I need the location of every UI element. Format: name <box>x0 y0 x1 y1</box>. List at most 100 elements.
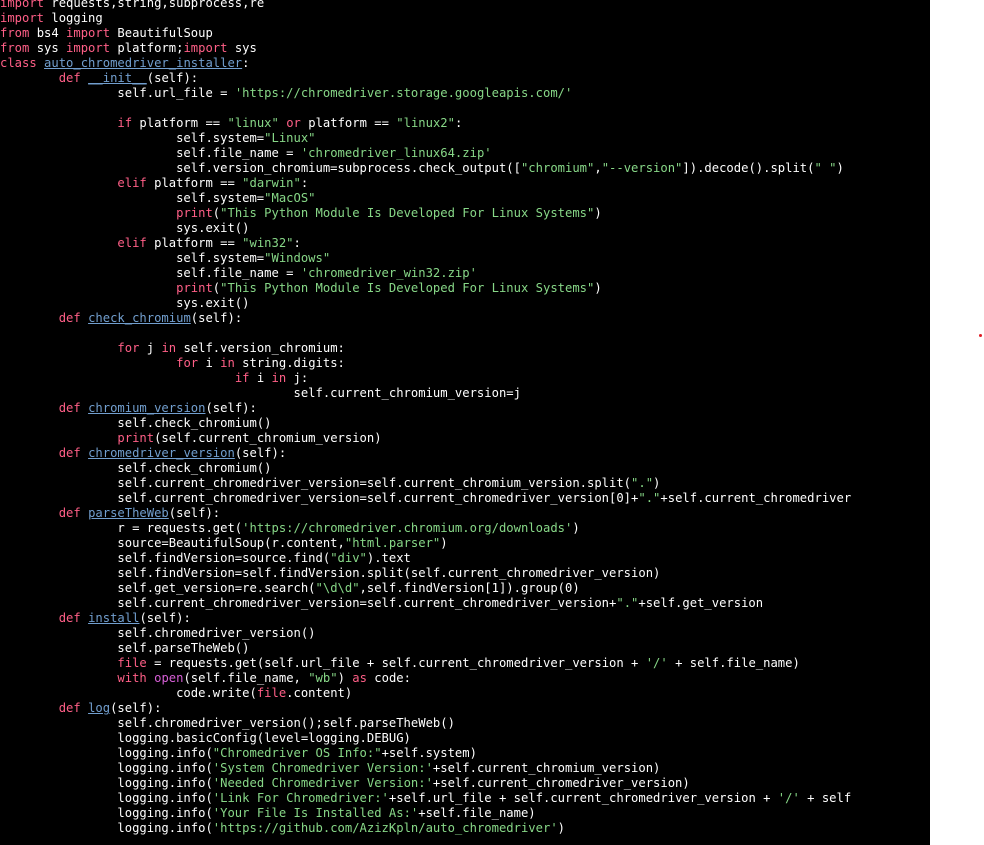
code-token: if <box>234 371 250 385</box>
code-token: "Windows" <box>264 251 331 265</box>
code-token: platform; <box>110 41 184 55</box>
code-token: (self): <box>190 311 243 325</box>
code-token: "." <box>616 596 639 610</box>
code-line: self.system="MacOS" <box>0 191 851 206</box>
code-token: logging.info( <box>0 821 213 835</box>
code-token: parseTheWeb <box>88 506 169 520</box>
code-token: "This Python Module Is Developed For Lin… <box>220 281 595 295</box>
code-block: import requests,string,subprocess,re impo… <box>0 0 851 836</box>
code-line: self.check_chromium() <box>0 461 851 476</box>
code-token: in <box>161 341 177 355</box>
code-token: (self.current_chromium_version) <box>154 431 382 445</box>
code-token: sys.exit() <box>0 221 250 235</box>
code-token: = requests.get(self.url_file + self.curr… <box>146 656 646 670</box>
code-token: j <box>139 341 162 355</box>
code-line: logging.info('Link For Chromedriver:'+se… <box>0 791 851 806</box>
code-line: def log(self): <box>0 701 851 716</box>
code-line: self.file_name = 'chromedriver_linux64.z… <box>0 146 851 161</box>
code-token: ) <box>594 206 602 220</box>
code-token: +self.system) <box>381 746 477 760</box>
code-line: def parseTheWeb(self): <box>0 506 851 521</box>
code-token: +self.url_file + self.current_chromedriv… <box>388 791 778 805</box>
code-token: ) <box>337 671 353 685</box>
code-line: self.findVersion=source.find("div").text <box>0 551 851 566</box>
code-token: auto_chromedriver_installer <box>44 56 243 70</box>
code-token: (self): <box>146 71 199 85</box>
code-line: if platform == "linux" or platform == "l… <box>0 116 851 131</box>
code-token: BeautifulSoup <box>110 26 213 40</box>
code-token: "." <box>638 491 661 505</box>
code-line: logging.info("Chromedriver OS Info:"+sel… <box>0 746 851 761</box>
code-token: chromium_version <box>88 401 206 415</box>
code-line: logging.info('Your File Is Installed As:… <box>0 806 851 821</box>
code-token: def <box>58 611 81 625</box>
code-token: chromedriver_version <box>88 446 235 460</box>
code-token: ) <box>557 821 566 835</box>
code-line: def chromium_version(self): <box>0 401 851 416</box>
code-token: class <box>0 56 37 70</box>
code-token: logging.info( <box>0 746 213 760</box>
code-token: self.get_version=re.search( <box>0 581 316 595</box>
cursor-marker <box>979 334 982 337</box>
code-line: def install(self): <box>0 611 851 626</box>
code-token: , <box>594 161 602 175</box>
code-token: from <box>0 26 30 40</box>
code-token: self.system= <box>0 131 265 145</box>
terminal-editor[interactable]: import requests,string,subprocess,re impo… <box>0 0 930 845</box>
code-line: def chromedriver_version(self): <box>0 446 851 461</box>
code-token: i <box>249 371 272 385</box>
code-token: ]).decode().split( <box>682 161 815 175</box>
code-line: from bs4 import BeautifulSoup <box>0 26 851 41</box>
code-line: logging.basicConfig(level=logging.DEBUG) <box>0 731 851 746</box>
code-token: bs4 <box>29 26 67 40</box>
code-token: def <box>58 71 81 85</box>
code-token: self.system= <box>0 251 265 265</box>
code-line: self.system="Windows" <box>0 251 851 266</box>
code-token: in <box>220 356 235 370</box>
code-token: with <box>117 671 147 685</box>
code-token: : <box>300 176 309 190</box>
code-line: self.findVersion=self.findVersion.split(… <box>0 566 851 581</box>
code-token: "darwin" <box>242 176 301 190</box>
code-token: self.check_chromium() <box>0 416 272 430</box>
code-token: +self.file_name) <box>418 806 536 820</box>
code-token: (self): <box>205 401 257 415</box>
code-line: self.current_chromedriver_version=self.c… <box>0 596 851 611</box>
code-line: self.chromedriver_version();self.parseTh… <box>0 716 851 731</box>
code-token: "linux2" <box>396 116 455 130</box>
code-token: (self): <box>139 611 191 625</box>
code-line: import logging <box>0 11 851 26</box>
code-token: r = requests.get( <box>0 521 243 535</box>
code-line: elif platform == "win32": <box>0 236 851 251</box>
code-token: logging <box>44 11 103 25</box>
code-token: i <box>198 356 221 370</box>
code-token: 'chromedriver_win32.zip' <box>300 266 477 280</box>
code-token: ) <box>572 521 580 535</box>
code-token: self.current_chromedriver_version=self.c… <box>0 596 617 610</box>
code-line: r = requests.get('https://chromedriver.c… <box>0 521 851 536</box>
code-token: import <box>183 41 228 55</box>
code-token: : <box>454 116 463 130</box>
code-line: self.chromedriver_version() <box>0 626 851 641</box>
code-token: def <box>58 311 81 325</box>
code-line: class auto_chromedriver_installer: <box>0 56 851 71</box>
code-token: '/' <box>645 656 668 670</box>
code-token: logging.info( <box>0 791 213 805</box>
code-line: for j in self.version_chromium: <box>0 341 851 356</box>
code-token: from <box>0 41 30 55</box>
code-token: self.url_file = <box>0 86 235 100</box>
